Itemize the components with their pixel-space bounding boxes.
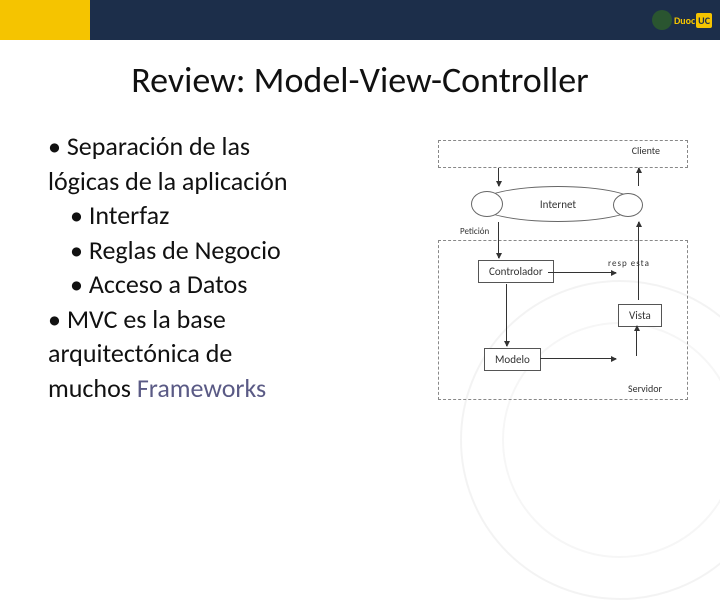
arrow-icon	[638, 168, 639, 186]
client-label: Cliente	[632, 144, 660, 157]
request-label: Petición	[460, 226, 489, 237]
logo-icon	[652, 10, 672, 30]
arrow-icon	[498, 222, 499, 258]
model-node: Modelo	[484, 348, 541, 371]
mvc-diagram: Cliente Internet Servidor Controlador Mo…	[408, 130, 700, 410]
arrow-icon	[540, 358, 616, 359]
bullet-list: • Separación de las lógicas de la aplica…	[48, 130, 408, 410]
bullet-item: • MVC es la base	[48, 303, 408, 336]
arrow-icon	[548, 272, 616, 273]
bullet-item: • Separación de las	[48, 130, 408, 163]
framework-keyword: Frameworks	[137, 372, 266, 404]
arrow-icon	[636, 326, 637, 356]
arrow-icon	[498, 168, 499, 186]
logo-text-uc: UC	[696, 13, 712, 28]
content-area: • Separación de las lógicas de la aplica…	[0, 130, 720, 410]
server-label: Servidor	[628, 382, 662, 395]
bullet-item: lógicas de la aplicación	[48, 165, 408, 198]
bullet-item: arquitectónica de	[48, 337, 408, 370]
bullet-subitem: • Acceso a Datos	[48, 268, 408, 301]
internet-cloud: Internet	[478, 186, 638, 222]
view-node: Vista	[618, 304, 662, 327]
header-accent	[0, 0, 90, 40]
bullet-subitem: • Interfaz	[48, 199, 408, 232]
slide-title: Review: Model-View-Controller	[0, 58, 720, 102]
bullet-item: muchos Frameworks	[48, 372, 408, 405]
bullet-text: muchos	[48, 372, 137, 404]
controller-node: Controlador	[478, 260, 554, 283]
internet-label: Internet	[540, 198, 576, 211]
logo-text-duoc: Duoc	[674, 14, 695, 27]
header-bar: Duoc UC	[0, 0, 720, 40]
response-label: resp esta	[608, 258, 650, 269]
arrow-icon	[638, 222, 639, 300]
bullet-subitem: • Reglas de Negocio	[48, 234, 408, 267]
logo: Duoc UC	[652, 0, 712, 40]
arrow-icon	[506, 284, 507, 346]
